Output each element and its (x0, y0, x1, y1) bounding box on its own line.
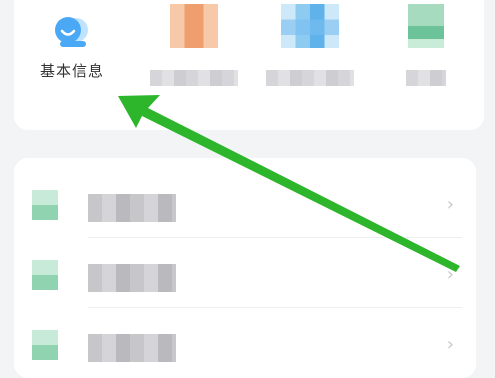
list-item-label-blurred (88, 194, 176, 222)
blue-shortcut-icon (281, 4, 339, 48)
chevron-right-icon: › (446, 264, 454, 285)
settings-list-card: › › › (14, 158, 476, 378)
shortcut-2[interactable] (144, 0, 244, 118)
profile-avatar-icon (55, 17, 88, 47)
shortcuts-card: 基本信息 (14, 0, 484, 130)
chevron-right-icon: › (446, 194, 454, 215)
list-item[interactable]: › (14, 168, 476, 238)
basic-info-shortcut[interactable]: 基本信息 (22, 0, 122, 118)
list-item-label-blurred (88, 334, 176, 362)
shortcut-3[interactable] (260, 0, 360, 118)
list-item[interactable]: › (14, 238, 476, 308)
list-item-label-blurred (88, 264, 176, 292)
basic-info-label: 基本信息 (39, 62, 104, 80)
shortcut-3-label-blurred (266, 70, 354, 86)
shortcut-4-label-blurred (406, 70, 446, 86)
green-shortcut-icon (408, 4, 444, 48)
list-item-icon (32, 190, 58, 220)
list-item-icon (32, 260, 58, 290)
shortcut-4[interactable] (376, 0, 476, 118)
orange-shortcut-icon (170, 4, 218, 48)
list-item-icon (32, 330, 58, 360)
list-item[interactable]: › (14, 308, 476, 378)
chevron-right-icon: › (446, 334, 454, 355)
shortcut-2-label-blurred (150, 70, 238, 86)
